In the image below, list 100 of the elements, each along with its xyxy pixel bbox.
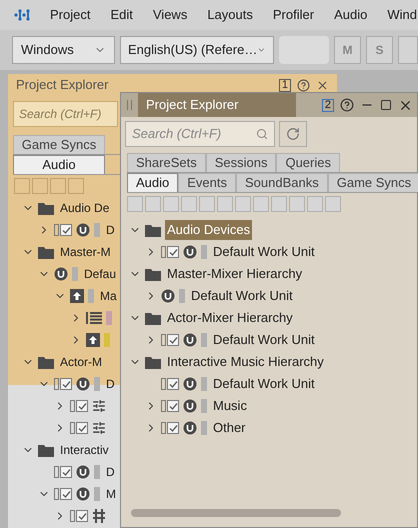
work-unit-icon — [54, 267, 68, 281]
panel-number-badge: 1 — [278, 78, 291, 92]
checkmark-icon — [168, 424, 178, 432]
language-dropdown[interactable]: English(US) (Refere… — [120, 36, 274, 64]
sliders-icon — [92, 421, 106, 435]
tree-item-label[interactable]: Master-M — [58, 242, 113, 262]
tab[interactable]: Sessions — [206, 153, 276, 172]
checkbox[interactable] — [54, 488, 72, 500]
folder-icon — [38, 202, 54, 214]
menu-item[interactable]: Wind — [387, 5, 417, 25]
tree-item-label[interactable]: Default Work Unit — [211, 242, 317, 262]
work-unit-icon — [161, 289, 175, 303]
panel-number-badge: 2 — [322, 98, 334, 112]
folder-icon — [38, 444, 54, 456]
tab[interactable]: SoundBanks — [236, 173, 328, 192]
work-unit-icon — [76, 487, 90, 501]
panel-tab[interactable]: Project Explorer — [138, 93, 296, 117]
checkmark-icon — [168, 380, 178, 388]
folder-icon — [38, 246, 54, 258]
work-unit-icon — [76, 465, 90, 479]
checkmark-icon — [168, 248, 178, 256]
menu-item[interactable]: Views — [152, 5, 188, 25]
checkmark-icon — [78, 424, 86, 432]
refresh-icon — [286, 127, 300, 141]
checkbox[interactable] — [161, 334, 179, 346]
tree-item-label[interactable]: D — [104, 374, 117, 394]
refresh-button[interactable] — [279, 121, 307, 147]
tree-item-label[interactable]: Master-Mixer Hierarchy — [165, 264, 304, 284]
bus-icon — [70, 289, 84, 303]
menu-item[interactable]: Project — [50, 5, 90, 25]
tree-item-label[interactable]: D — [104, 220, 117, 240]
menu-item[interactable]: Audio — [334, 5, 368, 25]
tree-item-label[interactable]: Default Work Unit — [189, 286, 295, 306]
work-unit-icon — [183, 421, 197, 435]
tab[interactable]: Audio — [13, 155, 105, 174]
tree-item-label[interactable]: Audio Devices — [165, 220, 252, 240]
checkbox[interactable] — [54, 466, 72, 478]
lines-icon — [86, 312, 102, 324]
checkbox[interactable] — [161, 246, 179, 258]
help-icon[interactable] — [340, 98, 354, 112]
checkbox[interactable] — [161, 400, 179, 412]
work-unit-icon — [183, 245, 197, 259]
tree-item-label[interactable]: M — [104, 484, 118, 504]
grid-icon — [92, 509, 106, 523]
bus-icon — [86, 333, 100, 347]
tree-item-label[interactable]: Default Work Unit — [211, 330, 317, 350]
work-unit-icon — [183, 377, 197, 391]
tree-item-label[interactable]: Audio De — [58, 198, 112, 218]
checkmark-icon — [62, 490, 70, 498]
folder-icon — [38, 356, 54, 368]
checkmark-icon — [62, 380, 70, 388]
checkbox[interactable] — [161, 422, 179, 434]
work-unit-icon — [183, 399, 197, 413]
checkbox[interactable] — [161, 378, 179, 390]
checkbox[interactable] — [70, 400, 88, 412]
logo-icon — [14, 8, 30, 22]
checkmark-icon — [62, 468, 70, 476]
tab[interactable]: Audio — [127, 173, 178, 192]
tree-item-label[interactable]: Default Work Unit — [211, 374, 317, 394]
menu-item[interactable]: Edit — [110, 5, 133, 25]
tab[interactable]: Game Syncs — [328, 173, 418, 192]
maximize-icon[interactable] — [380, 99, 392, 111]
checkmark-icon — [78, 402, 86, 410]
panel-title: Project Explorer — [16, 76, 108, 94]
sliders-icon — [92, 399, 106, 413]
tree-item-label[interactable]: D — [104, 462, 117, 482]
platform-dropdown[interactable]: Windows — [12, 36, 115, 64]
checkbox[interactable] — [70, 510, 88, 522]
checkbox[interactable] — [54, 378, 72, 390]
folder-icon — [145, 224, 161, 236]
tab[interactable]: Queries — [276, 153, 340, 172]
work-unit-icon — [76, 377, 90, 391]
tab[interactable]: Game Syncs — [13, 135, 105, 154]
tab[interactable]: ShareSets — [127, 153, 206, 172]
work-unit-icon — [183, 333, 197, 347]
folder-icon — [145, 268, 161, 280]
checkbox[interactable] — [54, 224, 72, 236]
folder-icon — [145, 356, 161, 368]
checkmark-icon — [168, 402, 178, 410]
menu-item[interactable]: Layouts — [207, 5, 253, 25]
checkmark-icon — [62, 226, 70, 234]
search-icon — [256, 128, 268, 140]
menu-item[interactable]: Profiler — [272, 5, 314, 25]
tree-item-label[interactable]: Interactive Music Hierarchy — [165, 352, 326, 372]
grip-icon[interactable] — [127, 100, 132, 110]
checkmark-icon — [78, 512, 86, 520]
tree-item-label[interactable]: Ma — [98, 286, 119, 306]
tree-item-label[interactable]: Defau — [82, 264, 118, 284]
tree-item-label[interactable]: Actor-Mixer Hierarchy — [165, 308, 295, 328]
checkmark-icon — [168, 336, 178, 344]
tree-item-label[interactable]: Other — [211, 418, 248, 438]
tree-item-label[interactable]: Actor-M — [58, 352, 104, 372]
tree-item-label[interactable]: Music — [211, 396, 249, 416]
work-unit-icon — [76, 223, 90, 237]
tree-item-label[interactable]: Interactiv — [58, 440, 111, 460]
help-icon[interactable] — [297, 78, 310, 92]
close-icon[interactable] — [316, 78, 329, 92]
tab[interactable]: Events — [178, 173, 236, 192]
horizontal-scrollbar[interactable] — [131, 509, 341, 517]
checkbox[interactable] — [70, 422, 88, 434]
